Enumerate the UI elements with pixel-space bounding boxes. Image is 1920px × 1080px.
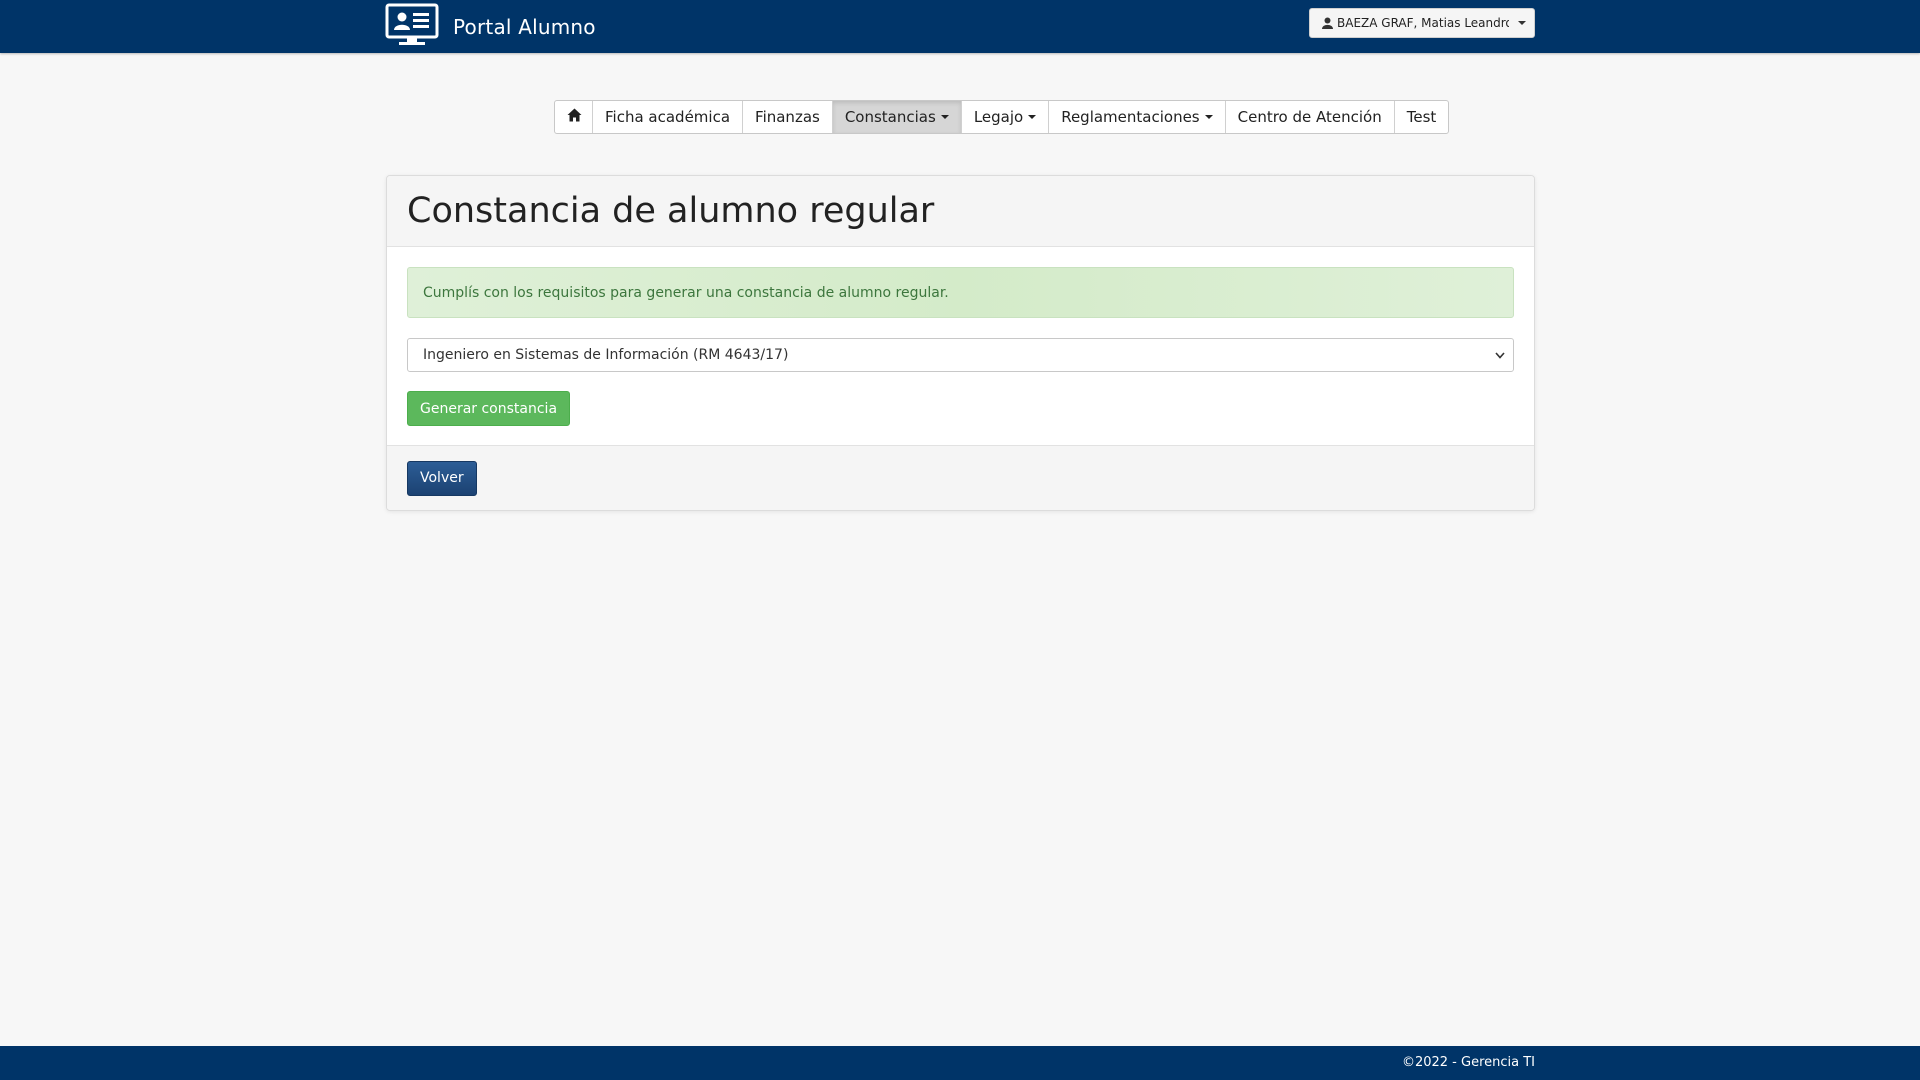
nav-legajo[interactable]: Legajo xyxy=(960,101,1048,133)
user-menu-button[interactable]: BAEZA GRAF, Matias Leandro xyxy=(1309,8,1535,38)
constancia-panel: Constancia de alumno regular Cumplís con… xyxy=(386,175,1535,511)
panel-footer: Volver xyxy=(387,445,1534,510)
nav-label: Finanzas xyxy=(755,108,820,126)
nav-test[interactable]: Test xyxy=(1393,101,1449,133)
nav-reglamentaciones[interactable]: Reglamentaciones xyxy=(1048,101,1224,133)
home-icon xyxy=(567,108,582,126)
nav-label: Legajo xyxy=(973,108,1024,126)
chevron-down-icon xyxy=(1495,347,1505,363)
success-alert: Cumplís con los requisitos para generar … xyxy=(407,267,1514,318)
nav-label: Ficha académica xyxy=(605,108,731,126)
user-name: BAEZA GRAF, Matias Leandro xyxy=(1337,16,1509,30)
monitor-user-icon xyxy=(385,3,439,51)
nav-label: Test xyxy=(1406,108,1437,126)
chevron-down-icon xyxy=(940,115,949,119)
chevron-down-icon xyxy=(1518,21,1526,25)
back-button[interactable]: Volver xyxy=(407,460,477,496)
generate-constancia-button[interactable]: Generar constancia xyxy=(407,391,571,426)
user-icon xyxy=(1322,17,1333,29)
footer-copyright: ©2022 - Gerencia TI xyxy=(1401,1055,1535,1070)
nav-label: Reglamentaciones xyxy=(1061,108,1200,126)
chevron-down-icon xyxy=(1028,115,1037,119)
nav-ficha-academica[interactable]: Ficha académica xyxy=(592,101,742,133)
nav-finanzas[interactable]: Finanzas xyxy=(742,101,832,133)
page-title: Constancia de alumno regular xyxy=(407,191,935,231)
panel-body: Cumplís con los requisitos para generar … xyxy=(387,247,1534,447)
top-navbar: Portal Alumno BAEZA GRAF, Matias Leandro xyxy=(0,0,1920,53)
career-select-value: Ingeniero en Sistemas de Información (RM… xyxy=(423,347,789,363)
brand-title: Portal Alumno xyxy=(453,15,596,39)
chevron-down-icon xyxy=(1204,115,1213,119)
nav-label: Centro de Atención xyxy=(1237,108,1382,126)
nav-centro-de-atencion[interactable]: Centro de Atención xyxy=(1224,101,1394,133)
nav-home[interactable] xyxy=(555,101,592,133)
career-select[interactable]: Ingeniero en Sistemas de Información (RM… xyxy=(407,338,1514,372)
user-menu-toggle[interactable] xyxy=(1509,9,1534,37)
main-nav: Ficha académica Finanzas Constancias Leg… xyxy=(554,100,1450,134)
nav-label: Constancias xyxy=(844,108,936,126)
brand-link[interactable]: Portal Alumno xyxy=(385,3,596,51)
alert-text: Cumplís con los requisitos para generar … xyxy=(423,284,949,301)
nav-constancias[interactable]: Constancias xyxy=(831,101,961,133)
page-footer: ©2022 - Gerencia TI xyxy=(0,1046,1920,1080)
panel-header: Constancia de alumno regular xyxy=(387,176,1534,247)
